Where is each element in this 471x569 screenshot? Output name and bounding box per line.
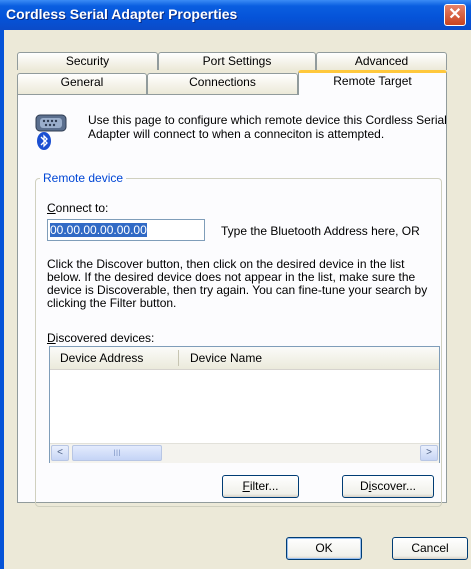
grip-icon: III: [113, 448, 121, 458]
tab-label: General: [60, 75, 104, 89]
ok-button[interactable]: OK: [286, 537, 362, 560]
tab-advanced[interactable]: Advanced: [316, 52, 447, 70]
tab-label: Advanced: [354, 54, 409, 68]
title-bar[interactable]: Cordless Serial Adapter Properties ✕: [0, 0, 471, 30]
column-divider[interactable]: [178, 350, 179, 366]
intro-text: Use this page to configure which remote …: [88, 113, 447, 141]
connect-to-label: Connect to:: [47, 201, 109, 215]
address-value: 00.00.00.00.00.00: [50, 223, 147, 237]
horizontal-scrollbar[interactable]: < III >: [50, 443, 439, 463]
tab-label: Remote Target: [333, 74, 412, 88]
scroll-thumb[interactable]: III: [72, 445, 162, 461]
discovered-devices-label: Discovered devices:: [47, 331, 155, 345]
list-header: Device Address Device Name: [50, 347, 439, 370]
tab-label: Connections: [189, 75, 256, 89]
window-frame: [0, 30, 4, 569]
column-device-address[interactable]: Device Address: [60, 351, 143, 365]
scroll-left-button[interactable]: <: [51, 445, 69, 461]
discover-instructions: Click the Discover button, then click on…: [47, 257, 428, 310]
serial-bluetooth-icon: [35, 114, 67, 150]
tab-security[interactable]: Security: [17, 52, 158, 70]
chevron-left-icon: <: [57, 447, 63, 458]
discovered-devices-list[interactable]: Device Address Device Name < III >: [49, 346, 440, 463]
close-button[interactable]: ✕: [444, 4, 466, 26]
cancel-button[interactable]: Cancel: [392, 537, 468, 560]
tab-remote-target[interactable]: Remote Target: [298, 70, 447, 95]
filter-button[interactable]: Filter...: [222, 475, 299, 498]
address-hint: Type the Bluetooth Address here, OR: [221, 224, 420, 238]
discover-button[interactable]: Discover...: [342, 475, 434, 498]
tab-port-settings[interactable]: Port Settings: [158, 52, 316, 70]
scroll-right-button[interactable]: >: [420, 445, 438, 461]
remote-device-group-label: Remote device: [40, 171, 127, 185]
window-title: Cordless Serial Adapter Properties: [6, 6, 238, 22]
chevron-right-icon: >: [426, 447, 432, 458]
column-device-name[interactable]: Device Name: [190, 351, 262, 365]
tab-general[interactable]: General: [17, 73, 147, 94]
tab-connections[interactable]: Connections: [147, 73, 298, 94]
close-icon: ✕: [448, 6, 462, 23]
bluetooth-address-input[interactable]: 00.00.00.00.00.00: [47, 219, 205, 241]
tab-label: Security: [65, 54, 110, 68]
tab-label: Port Settings: [202, 54, 272, 68]
